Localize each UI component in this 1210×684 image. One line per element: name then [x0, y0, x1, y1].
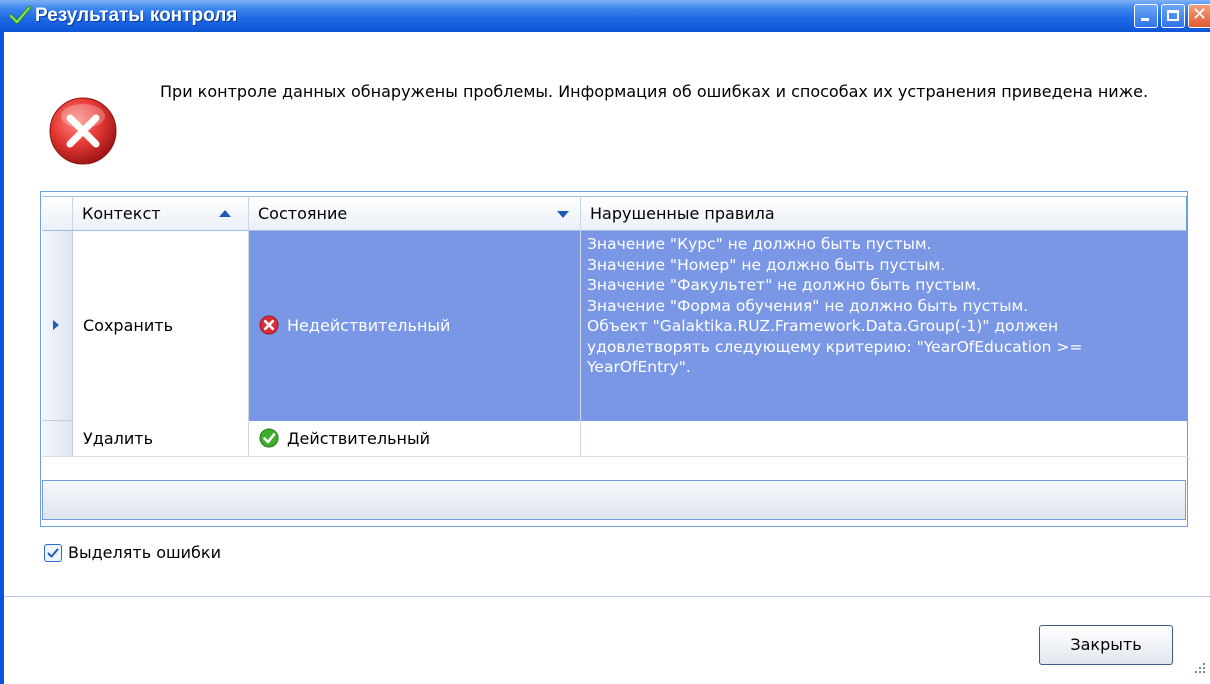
column-header-rules[interactable]: Нарушенные правила — [581, 196, 1187, 231]
resize-grip-icon[interactable] — [1192, 660, 1208, 676]
column-header-state[interactable]: Состояние — [249, 196, 581, 231]
close-window-button[interactable]: ✕ — [1188, 4, 1210, 28]
table-row[interactable]: Удалить Действительный — [42, 421, 1188, 457]
minimize-button[interactable] — [1134, 4, 1158, 28]
table-row[interactable]: Сохранить Недействительный Значение "Кур… — [42, 231, 1188, 421]
header-indicator — [42, 196, 73, 231]
highlight-errors-checkbox[interactable] — [44, 544, 62, 562]
check-icon — [259, 428, 279, 448]
titlebar[interactable]: Результаты контроля ✕ — [0, 0, 1210, 32]
current-row-arrow-icon — [53, 320, 59, 330]
column-header-label: Нарушенные правила — [590, 204, 775, 223]
results-grid[interactable]: Контекст Состояние Нарушенные правила Со… — [40, 191, 1188, 527]
row-indicator[interactable] — [42, 231, 73, 421]
separator — [4, 596, 1210, 597]
rules-text: Значение "Курс" не должно быть пустым. З… — [587, 235, 1083, 376]
state-cell[interactable]: Недействительный — [249, 231, 581, 421]
rules-cell[interactable]: Значение "Курс" не должно быть пустым. З… — [581, 231, 1188, 421]
maximize-icon — [1167, 10, 1179, 21]
check-icon — [9, 6, 31, 24]
column-header-context[interactable]: Контекст — [73, 196, 249, 231]
window-title: Результаты контроля — [35, 5, 238, 26]
results-dialog: Результаты контроля ✕ При контроле данны… — [0, 0, 1210, 684]
checkmark-icon — [47, 548, 59, 558]
filter-row[interactable] — [42, 480, 1186, 520]
state-label: Действительный — [287, 428, 430, 448]
error-message: При контроле данных обнаружены проблемы.… — [160, 82, 1149, 101]
minimize-icon — [1141, 18, 1149, 21]
state-label: Недействительный — [287, 315, 451, 335]
highlight-errors-label[interactable]: Выделять ошибки — [68, 543, 221, 562]
column-header-label: Состояние — [258, 204, 348, 223]
close-button[interactable]: Закрыть — [1039, 625, 1173, 665]
state-cell[interactable]: Действительный — [249, 421, 581, 456]
rules-cell[interactable] — [581, 421, 1188, 456]
column-header-label: Контекст — [82, 204, 161, 223]
window-border — [0, 32, 4, 684]
context-cell[interactable]: Удалить — [73, 421, 249, 456]
sort-ascending-icon — [219, 210, 231, 217]
row-indicator[interactable] — [42, 421, 73, 456]
error-icon — [259, 315, 279, 335]
maximize-button[interactable] — [1161, 4, 1185, 28]
close-icon: ✕ — [1192, 4, 1208, 25]
filter-dropdown-icon[interactable] — [557, 211, 569, 218]
context-cell[interactable]: Сохранить — [73, 231, 249, 421]
error-icon — [49, 97, 117, 165]
